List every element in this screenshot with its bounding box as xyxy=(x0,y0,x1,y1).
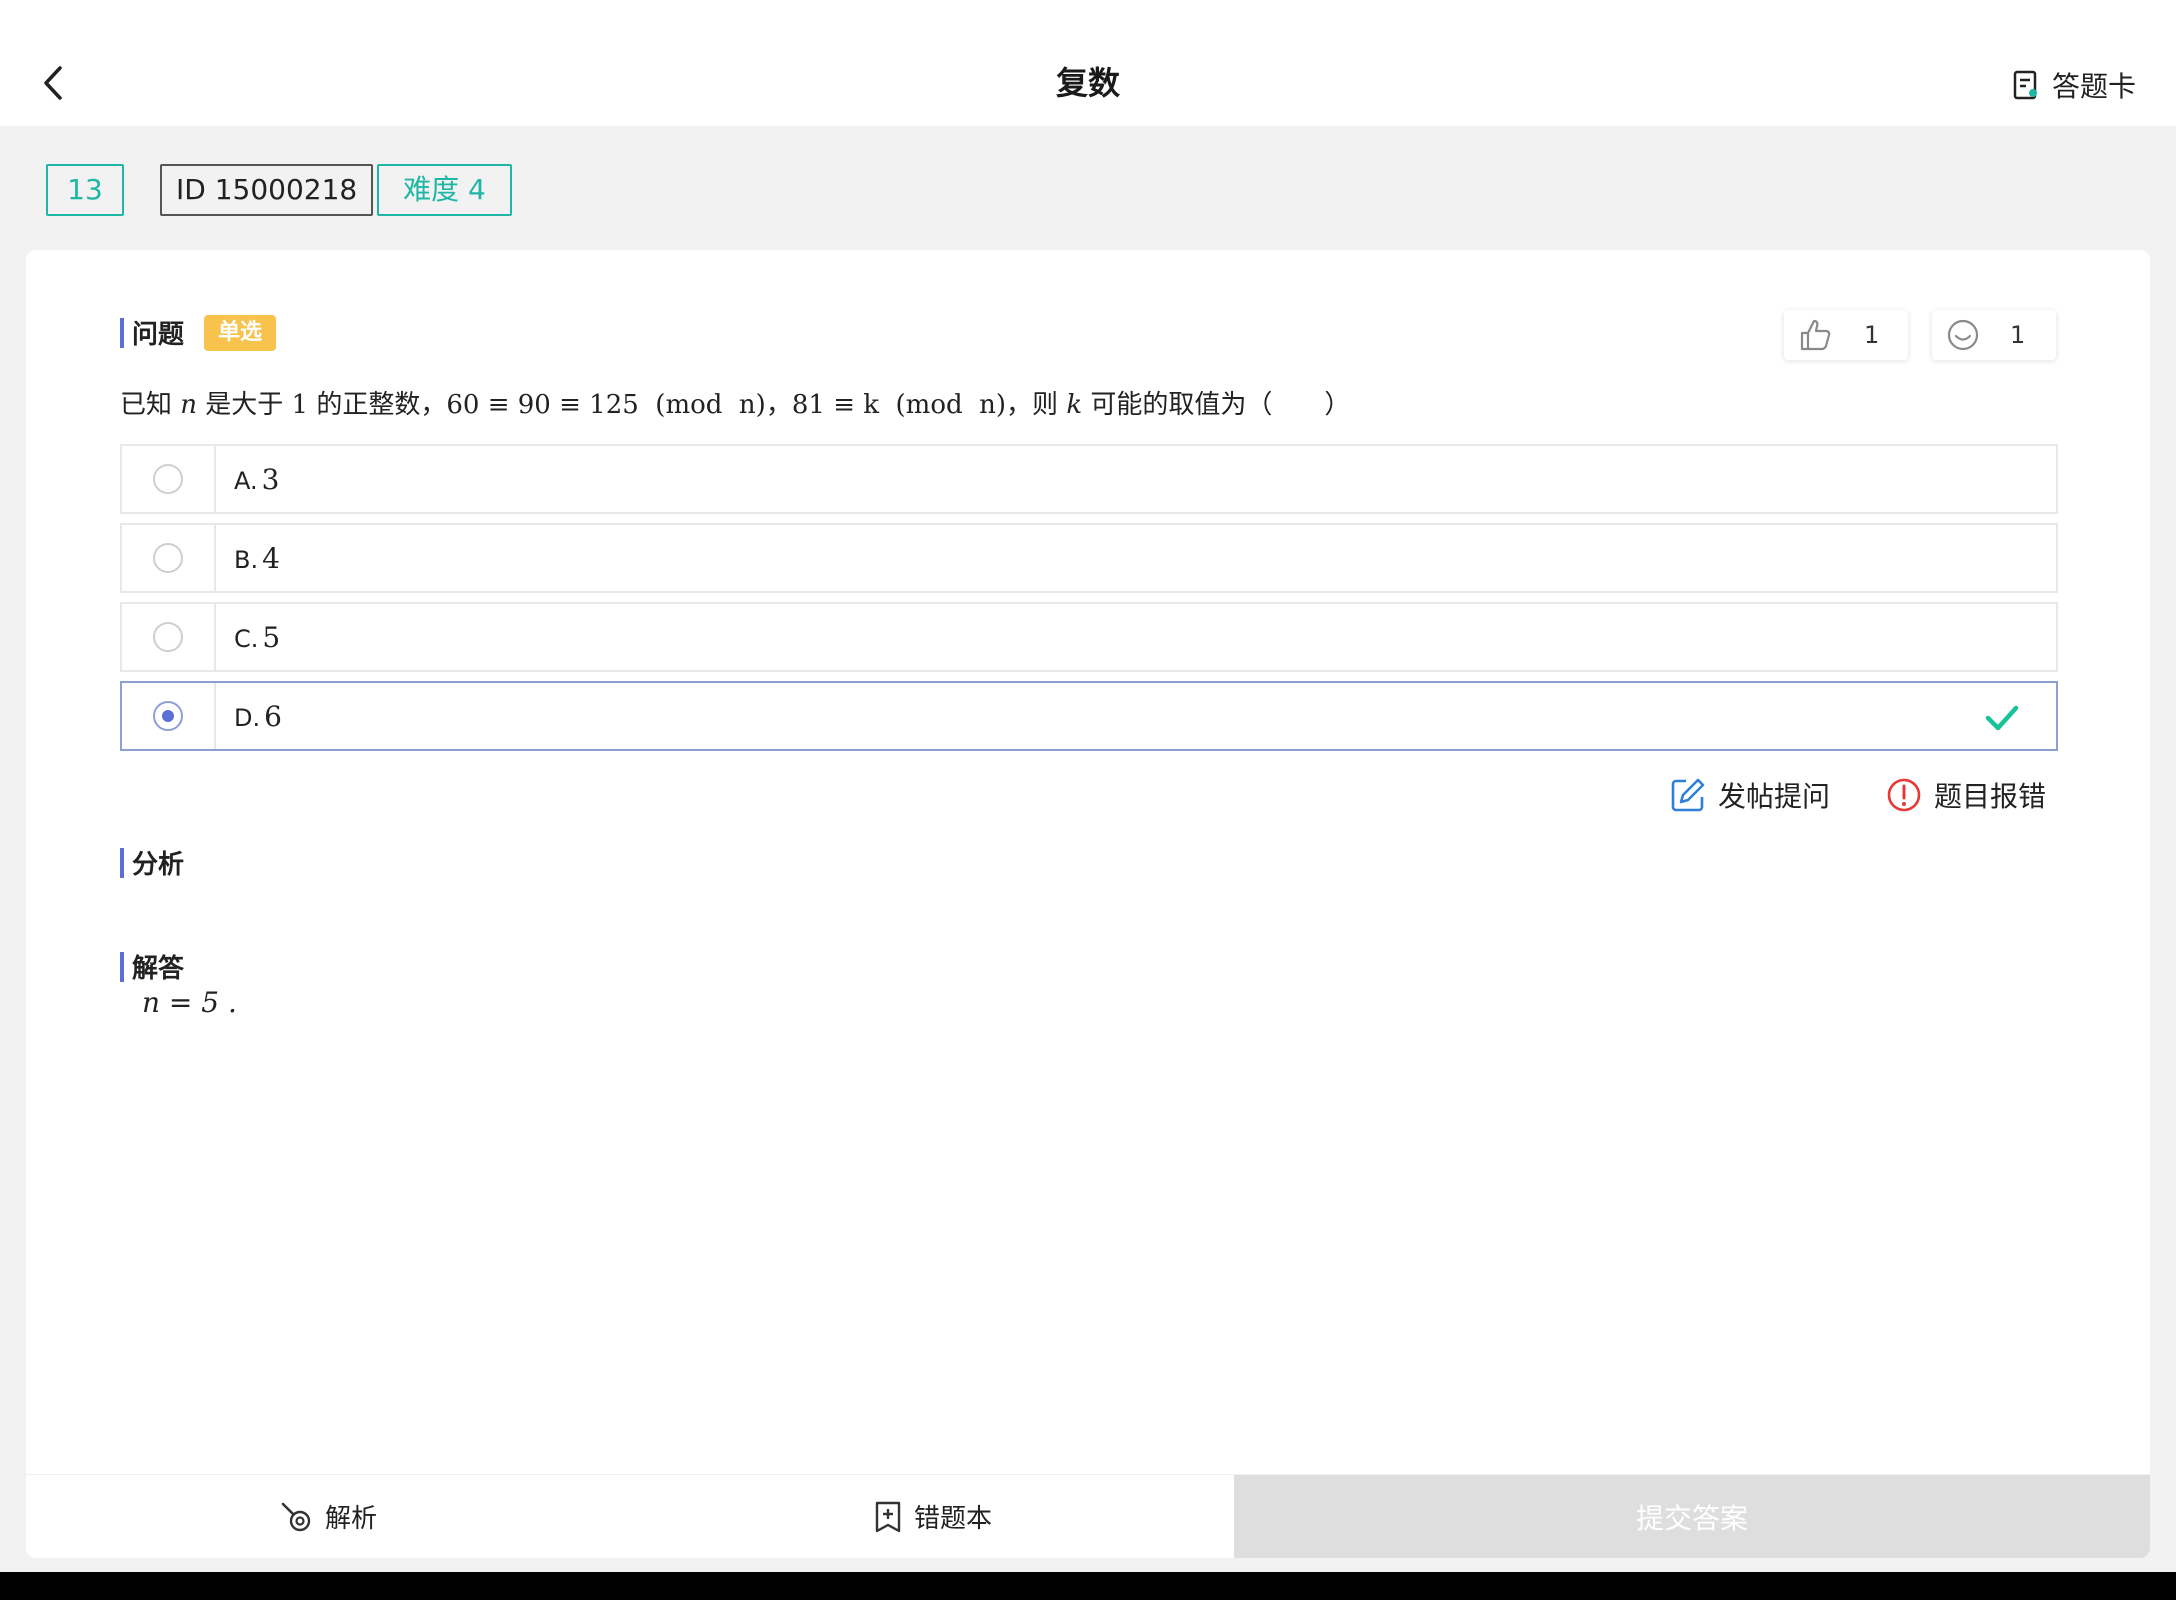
math-one: 1 xyxy=(291,390,309,420)
radio-button[interactable] xyxy=(153,622,183,652)
question-part: 可能的取值为（ ） xyxy=(1082,390,1351,420)
option-c[interactable]: C. 5 xyxy=(120,602,2058,672)
question-part: 的正整数， xyxy=(308,390,447,420)
option-value: 5 xyxy=(262,620,281,654)
magnifier-icon xyxy=(281,1502,311,1531)
smile-button[interactable]: 1 xyxy=(1932,310,2056,360)
math-congruence-2: 81 ≡ k (mod n) xyxy=(791,390,1007,420)
answer-text: n = 5 . xyxy=(142,986,237,1019)
question-part: 是大于 xyxy=(197,390,292,420)
answer-sheet-icon xyxy=(2013,70,2037,100)
ask-post-button[interactable]: 发帖提问 xyxy=(1670,775,1830,815)
options-list: A. 3 B. 4 C. 5 D. 6 xyxy=(120,444,2058,760)
question-part: ， xyxy=(765,390,792,420)
option-letter: C. xyxy=(234,624,259,653)
analysis-section-header: 分析 xyxy=(120,844,184,881)
answer-card-button[interactable]: 答题卡 xyxy=(2012,60,2136,110)
option-letter: B. xyxy=(234,545,259,574)
question-section-label: 问题 xyxy=(132,320,185,350)
question-id-tag: ID 15000218 xyxy=(160,164,374,216)
option-label: A. 3 xyxy=(234,463,279,496)
checkmark-icon xyxy=(1985,705,2019,731)
option-label: B. 4 xyxy=(234,542,280,575)
like-count: 1 xyxy=(1864,321,1880,349)
math-k: k xyxy=(1066,390,1083,420)
option-a[interactable]: A. 3 xyxy=(120,444,2058,514)
top-bar: 复数 答题卡 xyxy=(0,0,2176,126)
like-button[interactable]: 1 xyxy=(1784,310,1908,360)
question-type-badge: 单选 xyxy=(204,314,277,351)
report-error-button[interactable]: 题目报错 xyxy=(1886,775,2046,815)
edit-icon xyxy=(1671,778,1705,812)
thumbs-up-icon xyxy=(1800,319,1831,351)
difficulty-tag: 难度 4 xyxy=(377,164,512,216)
smile-icon xyxy=(1947,319,1979,351)
analysis-button[interactable]: 解析 xyxy=(26,1475,630,1558)
option-letter: D. xyxy=(234,703,261,732)
radio-cell xyxy=(122,683,216,749)
answer-section-label: 解答 xyxy=(132,954,185,984)
question-card: 问题 单选 1 1 已知 n 是大于 1 的正整数，60 ≡ 90 ≡ 125 … xyxy=(26,250,2150,1558)
ask-post-label: 发帖提问 xyxy=(1717,780,1830,813)
mistake-book-button[interactable]: 错题本 xyxy=(630,1475,1234,1558)
submit-answer-button[interactable]: 提交答案 xyxy=(1234,1475,2150,1558)
question-actions: 发帖提问 题目报错 xyxy=(1614,775,2046,815)
section-bar xyxy=(120,847,124,878)
section-bar xyxy=(120,951,124,982)
radio-cell xyxy=(122,446,216,512)
smile-count: 1 xyxy=(2010,321,2026,349)
option-value: 4 xyxy=(262,541,280,575)
bookmark-add-icon xyxy=(875,1501,901,1532)
option-value: 6 xyxy=(264,699,282,733)
radio-cell xyxy=(122,525,216,591)
question-number-tag: 13 xyxy=(46,164,124,216)
section-bar xyxy=(120,317,124,348)
question-section-header: 问题 单选 xyxy=(120,314,277,351)
radio-cell xyxy=(122,604,216,670)
mistake-book-label: 错题本 xyxy=(913,1504,992,1534)
analysis-section-label: 分析 xyxy=(132,850,185,880)
alert-icon xyxy=(1887,778,1921,812)
math-n: n xyxy=(180,390,198,420)
option-d[interactable]: D. 6 xyxy=(120,681,2058,751)
system-nav-bar xyxy=(0,1572,2176,1600)
radio-button[interactable] xyxy=(153,464,183,494)
answer-section-header: 解答 xyxy=(120,948,184,985)
option-label: C. 5 xyxy=(234,621,280,654)
bottom-toolbar: 解析 错题本 提交答案 xyxy=(26,1474,2150,1558)
math-congruence-1: 60 ≡ 90 ≡ 125 (mod n) xyxy=(446,390,766,420)
question-text: 已知 n 是大于 1 的正整数，60 ≡ 90 ≡ 125 (mod n)，81… xyxy=(120,380,1350,430)
option-b[interactable]: B. 4 xyxy=(120,523,2058,593)
analysis-button-label: 解析 xyxy=(324,1504,377,1534)
option-value: 3 xyxy=(261,462,280,496)
question-part: 已知 xyxy=(120,390,181,420)
answer-card-label: 答题卡 xyxy=(2051,70,2136,103)
option-label: D. 6 xyxy=(234,700,282,733)
question-part: ，则 xyxy=(1006,390,1067,420)
page-title: 复数 xyxy=(1055,64,1120,102)
report-error-label: 题目报错 xyxy=(1933,780,2046,813)
radio-button-checked[interactable] xyxy=(153,701,183,731)
radio-button[interactable] xyxy=(153,543,183,573)
option-letter: A. xyxy=(234,466,258,495)
